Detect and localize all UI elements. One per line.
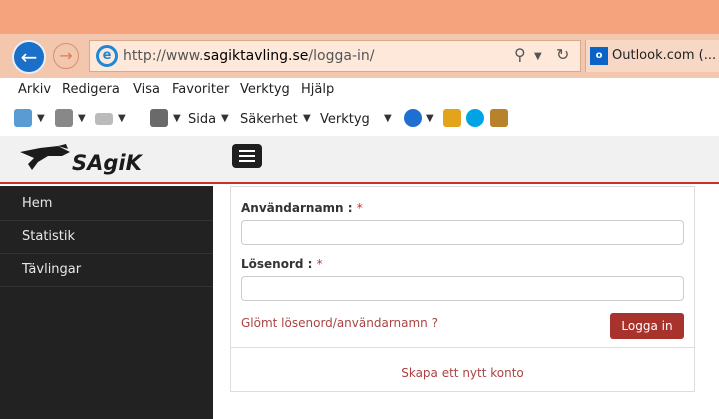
compatibility-view-icon[interactable]	[443, 109, 461, 127]
sidebar-item-label: Hem	[22, 196, 53, 211]
sakerhet-menu[interactable]: Säkerhet	[240, 112, 298, 127]
sagik-logo[interactable]: SAgiK	[18, 142, 148, 176]
password-input[interactable]	[241, 276, 684, 301]
print-icon[interactable]	[150, 109, 168, 127]
feeds-dropdown-icon[interactable]: ▼	[78, 113, 86, 124]
username-input[interactable]	[241, 220, 684, 245]
sida-dropdown-icon[interactable]: ▼	[221, 113, 229, 124]
home-dropdown-icon[interactable]: ▼	[37, 113, 45, 124]
menu-visa[interactable]: Visa	[133, 82, 160, 97]
print-dropdown-icon[interactable]: ▼	[173, 113, 181, 124]
site-header: SAgiK	[0, 136, 719, 184]
password-label: Lösenord : *	[241, 257, 323, 271]
username-label: Användarnamn : *	[241, 201, 363, 215]
hamburger-icon	[239, 150, 255, 152]
help-dropdown-icon[interactable]: ▼	[426, 113, 434, 124]
sidebar-item-label: Tävlingar	[22, 262, 82, 277]
search-icon[interactable]: ⚲	[514, 45, 526, 64]
mail-icon[interactable]	[95, 113, 113, 125]
login-button[interactable]: Logga in	[610, 313, 684, 339]
verktyg-dropdown-icon[interactable]: ▼	[384, 113, 392, 124]
forward-button[interactable]: →	[53, 43, 79, 69]
window-title-bar	[0, 0, 719, 34]
internet-explorer-icon: e	[96, 45, 118, 67]
menu-arkiv[interactable]: Arkiv	[18, 82, 51, 97]
research-icon[interactable]	[490, 109, 508, 127]
outlook-icon: o	[590, 47, 608, 65]
sidebar-item-hem[interactable]: Hem	[0, 188, 213, 221]
address-bar[interactable]: e http://www.sagiktavling.se/logga-in/ ⚲…	[89, 40, 581, 72]
menu-redigera[interactable]: Redigera	[62, 82, 120, 97]
forgot-password-link[interactable]: Glömt lösenord/användarnamn ?	[241, 316, 438, 330]
sidebar-item-label: Statistik	[22, 229, 76, 244]
address-url[interactable]: http://www.sagiktavling.se/logga-in/	[123, 48, 374, 64]
password-label-text: Lösenord :	[241, 257, 313, 271]
create-account-link[interactable]: Skapa ett nytt konto	[231, 366, 694, 380]
hamburger-icon-line	[239, 160, 255, 162]
required-mark: *	[316, 257, 323, 271]
menu-favoriter[interactable]: Favoriter	[172, 82, 229, 97]
sidebar-item-statistik[interactable]: Statistik	[0, 221, 213, 254]
arrow-right-icon: →	[59, 46, 73, 65]
tab-title: Outlook.com (...	[612, 48, 717, 63]
back-button[interactable]: ←	[12, 40, 46, 74]
username-label-text: Användarnamn :	[241, 201, 353, 215]
menu-bar: Arkiv Redigera Visa Favoriter Verktyg Hj…	[0, 78, 719, 104]
hamburger-icon-line	[239, 155, 255, 157]
menu-verktyg[interactable]: Verktyg	[240, 82, 290, 97]
svg-text:SAgiK: SAgiK	[72, 151, 144, 175]
required-mark: *	[356, 201, 363, 215]
sakerhet-dropdown-icon[interactable]: ▼	[303, 113, 311, 124]
help-icon[interactable]	[404, 109, 422, 127]
form-divider	[231, 347, 694, 348]
arrow-left-icon: ←	[20, 45, 38, 69]
home-icon[interactable]	[14, 109, 32, 127]
refresh-icon[interactable]: ↻	[556, 45, 569, 64]
menu-toggle-button[interactable]	[232, 144, 262, 168]
sida-menu[interactable]: Sida	[188, 112, 216, 127]
sidebar-item-tavlingar[interactable]: Tävlingar	[0, 254, 213, 287]
feeds-icon[interactable]	[55, 109, 73, 127]
menu-hjalp[interactable]: Hjälp	[301, 82, 334, 97]
skype-icon[interactable]	[466, 109, 484, 127]
search-dropdown-icon[interactable]: ▼	[534, 51, 542, 62]
verktyg-menu[interactable]: Verktyg	[320, 112, 370, 127]
command-bar: ▼ ▼ ▼ ▼ Sida ▼ Säkerhet ▼ Verktyg ▼ ▼	[0, 104, 719, 136]
sidebar: Hem Statistik Tävlingar	[0, 186, 213, 419]
mail-dropdown-icon[interactable]: ▼	[118, 113, 126, 124]
tab-outlook[interactable]: o Outlook.com (...	[585, 40, 719, 72]
